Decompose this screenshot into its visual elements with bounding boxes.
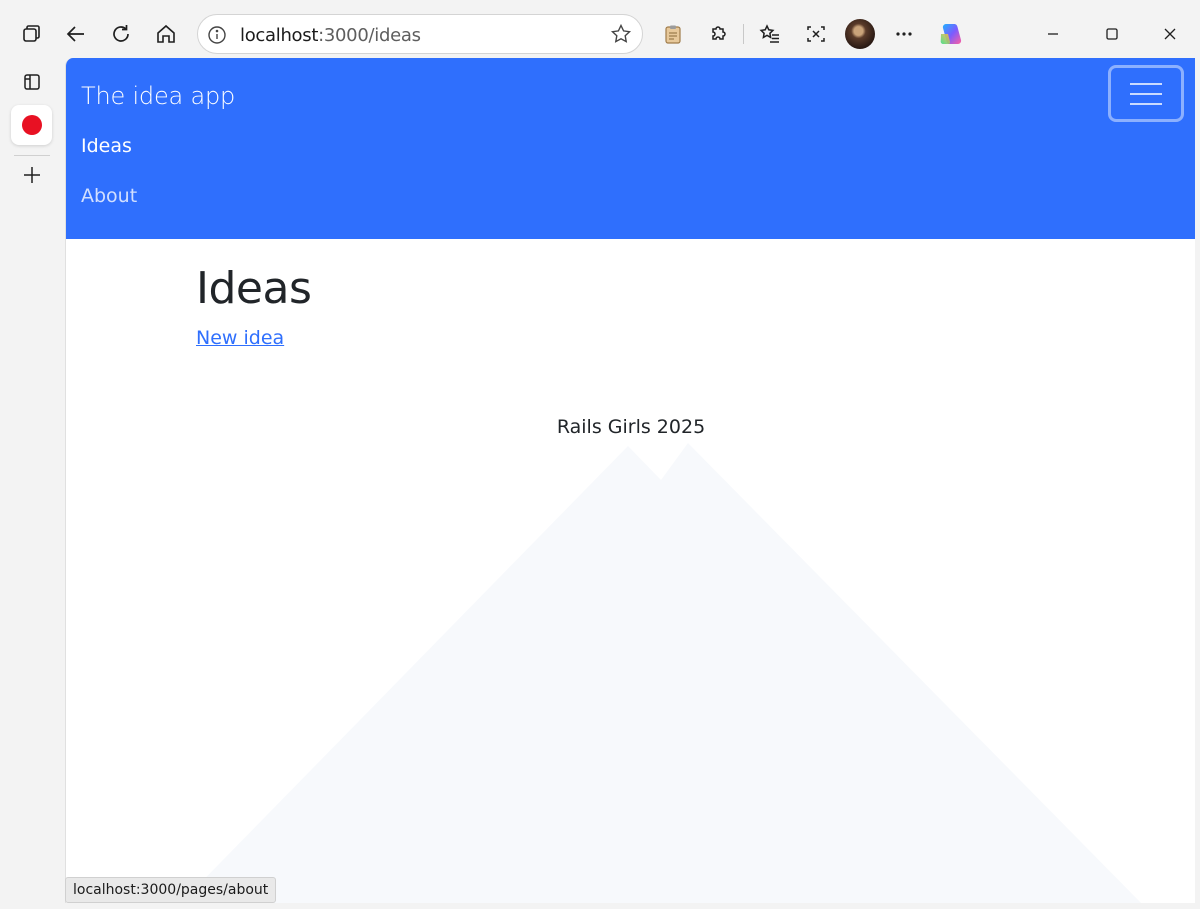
active-tab-record[interactable] (11, 105, 52, 145)
copilot-icon[interactable] (931, 14, 971, 54)
navbar-toggler-button[interactable] (1108, 65, 1184, 122)
star-icon[interactable] (610, 23, 632, 50)
clipboard-icon[interactable] (653, 14, 693, 54)
browser-titlebar: localhost:3000/ideas (0, 0, 1200, 62)
app-navbar: The idea app Ideas About (66, 58, 1195, 239)
status-bar-url: localhost:3000/pages/about (65, 877, 277, 903)
minimize-icon[interactable] (1030, 14, 1076, 54)
nav-link-about[interactable]: About (81, 185, 137, 207)
refresh-icon[interactable] (101, 14, 141, 54)
home-icon[interactable] (146, 14, 186, 54)
background-mountain (180, 443, 1142, 903)
tab-actions-icon[interactable] (11, 14, 51, 54)
info-icon[interactable] (206, 24, 228, 51)
footer-text: Rails Girls 2025 (556, 416, 706, 438)
favorites-icon[interactable] (750, 14, 790, 54)
new-idea-link[interactable]: New idea (196, 327, 284, 349)
address-bar[interactable]: localhost:3000/ideas (197, 14, 643, 54)
toolbar-separator (743, 24, 744, 44)
record-icon (21, 115, 42, 135)
browser-sidebar (0, 62, 64, 909)
page-viewport: The idea app Ideas About Ideas New idea … (65, 58, 1195, 903)
more-icon[interactable] (884, 14, 924, 54)
vertical-tabs-icon[interactable] (12, 62, 52, 102)
nav-link-ideas[interactable]: Ideas (81, 135, 132, 157)
close-icon[interactable] (1147, 14, 1193, 54)
plus-icon[interactable] (12, 155, 52, 195)
hamburger-line (1130, 92, 1162, 95)
hamburger-line (1130, 82, 1162, 85)
profile-avatar[interactable] (845, 19, 875, 49)
url-host: localhost (240, 25, 319, 46)
back-arrow-icon[interactable] (56, 14, 96, 54)
screenshot-icon[interactable] (796, 14, 836, 54)
url-text[interactable]: localhost:3000/ideas (240, 25, 421, 46)
navbar-brand[interactable]: The idea app (81, 82, 235, 110)
url-path: :3000/ideas (318, 25, 421, 46)
puzzle-icon[interactable] (698, 14, 738, 54)
maximize-icon[interactable] (1089, 14, 1135, 54)
page-title: Ideas (196, 263, 312, 314)
hamburger-line (1130, 102, 1162, 105)
main-content: Ideas New idea (196, 263, 312, 349)
